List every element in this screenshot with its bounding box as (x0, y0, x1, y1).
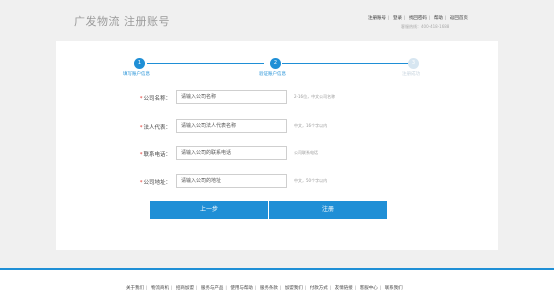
footer-separator: | (254, 286, 257, 291)
footer-separator: | (225, 286, 227, 291)
step-3-icon: 3 (408, 58, 419, 69)
footer-link-services[interactable]: 服务与产品 (201, 286, 224, 291)
nav-register[interactable]: 注册账号 (368, 16, 386, 21)
register-card: 1 2 3 填写账户信息 验证账户信息 注册成功 *公司名称： 请输入公司名称 … (56, 41, 498, 250)
nav-separator: | (428, 16, 431, 21)
footer-link-payment[interactable]: 付款方式 (310, 286, 328, 291)
phone-input[interactable]: 请输入公司的联系电话 (176, 146, 287, 160)
company-name-hint: 2-16位，中文公司名称 (294, 94, 336, 99)
company-name-label: *公司名称： (139, 96, 171, 102)
nav-separator: | (403, 16, 406, 21)
step-1-icon: 1 (134, 58, 145, 69)
nav-separator: | (388, 16, 390, 21)
company-name-row: *公司名称： 请输入公司名称 2-16位，中文公司名称 (56, 90, 498, 106)
nav-forgot-password[interactable]: 找回密码 (409, 16, 427, 21)
step-2-label: 验证账户信息 (259, 72, 286, 77)
footer-link-about[interactable]: 关于我们 (126, 286, 144, 291)
legal-rep-label: *法人代表： (139, 125, 171, 131)
footer-link-help[interactable]: 使用与帮助 (230, 286, 253, 291)
footer-separator: | (146, 286, 148, 291)
page-title: 广发物流 注册账号 (74, 15, 170, 28)
legal-rep-row: *法人代表： 请输入公司法人代表名称 中文，16个字以内 (56, 119, 498, 135)
phone-row: *联系电话： 请输入公司的联系电话 公司联系电话 (56, 146, 498, 162)
prev-step-button[interactable]: 上一步 (150, 201, 268, 219)
step-3-label: 注册成功 (402, 72, 420, 77)
footer-separator: | (170, 286, 173, 291)
footer-link-join[interactable]: 加盟我们 (285, 286, 303, 291)
address-row: *公司地址： 请输入公司的地址 中文，50个字以内 (56, 174, 498, 190)
footer-separator: | (379, 286, 382, 291)
step-2-icon: 2 (270, 58, 281, 69)
footer-link-terms[interactable]: 服务条款 (260, 286, 278, 291)
footer-links: 关于我们 | 物流商机 | 招商加盟 | 服务与产品 | 使用与帮助 | 服务条款 | 加盟… (126, 285, 403, 291)
address-label: *公司地址： (139, 180, 171, 186)
nav-home[interactable]: 返回首页 (450, 16, 468, 21)
nav-help[interactable]: 帮助 (434, 16, 443, 21)
footer-separator: | (279, 286, 282, 291)
footer-separator: | (354, 286, 357, 291)
step-connector (147, 63, 264, 64)
footer-link-contact[interactable]: 联系我们 (385, 286, 403, 291)
address-input[interactable]: 请输入公司的地址 (176, 174, 287, 188)
footer-separator: | (195, 286, 198, 291)
footer-link-franchise[interactable]: 招商加盟 (176, 286, 194, 291)
footer-link-friends[interactable]: 友情链接 (335, 286, 353, 291)
address-hint: 中文，50个字以内 (294, 178, 328, 183)
legal-rep-hint: 中文，16个字以内 (294, 123, 328, 128)
nav-login[interactable]: 登录 (393, 16, 402, 21)
register-button[interactable]: 注册 (269, 201, 387, 219)
phone-label: *联系电话： (139, 152, 171, 158)
hotline-text: 客服热线：400-418-1688 (401, 24, 450, 29)
footer-link-business[interactable]: 物流商机 (151, 286, 169, 291)
footer-separator: | (329, 286, 332, 291)
legal-rep-input[interactable]: 请输入公司法人代表名称 (176, 119, 287, 133)
company-name-input[interactable]: 请输入公司名称 (176, 90, 287, 104)
phone-hint: 公司联系电话 (294, 150, 318, 155)
step-connector (282, 63, 410, 64)
footer-separator: | (304, 286, 307, 291)
nav-separator: | (444, 16, 447, 21)
step-progress: 1 2 3 填写账户信息 验证账户信息 注册成功 (56, 41, 498, 81)
step-1-label: 填写账户信息 (123, 72, 150, 77)
footer-link-support[interactable]: 客服中心 (360, 286, 378, 291)
top-nav: 注册账号 | 登录 | 找回密码 | 帮助 | 返回首页 (368, 15, 468, 21)
